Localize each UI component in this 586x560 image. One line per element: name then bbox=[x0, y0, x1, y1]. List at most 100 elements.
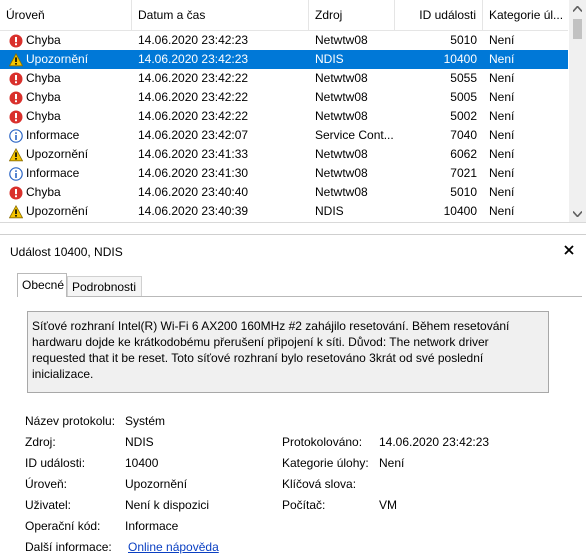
event-list[interactable]: Úroveň Datum a čas Zdroj ID události Kat… bbox=[0, 0, 586, 223]
source-value: NDIS bbox=[125, 435, 154, 449]
event-id: 6062 bbox=[450, 147, 477, 161]
event-datetime: 14.06.2020 23:42:23 bbox=[138, 33, 249, 47]
event-source: Netwtw08 bbox=[315, 166, 368, 180]
event-datetime: 14.06.2020 23:40:39 bbox=[138, 204, 249, 218]
event-level: Informace bbox=[26, 166, 80, 180]
info-icon bbox=[9, 128, 23, 143]
event-level-cell: Chyba bbox=[9, 88, 129, 107]
event-category: Není bbox=[489, 33, 515, 47]
warning-icon bbox=[9, 147, 24, 162]
event-level-cell: Upozornění bbox=[9, 50, 129, 69]
column-header-event-id[interactable]: ID události bbox=[395, 0, 483, 30]
event-level-cell: Chyba bbox=[9, 107, 129, 126]
column-header-level[interactable]: Úroveň bbox=[0, 0, 132, 30]
error-icon bbox=[9, 91, 23, 105]
event-category: Není bbox=[489, 128, 515, 142]
event-level: Chyba bbox=[26, 33, 61, 47]
event-row[interactable]: Chyba 14.06.2020 23:42:23 Netwtw08 5010 Není bbox=[0, 31, 568, 50]
event-category: Není bbox=[489, 109, 515, 123]
event-row[interactable]: Chyba 14.06.2020 23:42:22 Netwtw08 5055 Není bbox=[0, 69, 568, 88]
event-category: Není bbox=[489, 204, 515, 218]
scroll-down-icon bbox=[573, 210, 582, 217]
user-label: Uživatel: bbox=[25, 498, 72, 512]
event-list-header: Úroveň Datum a čas Zdroj ID události Kat… bbox=[0, 0, 568, 31]
tab-general-panel: Síťové rozhraní Intel(R) Wi-Fi 6 AX200 1… bbox=[17, 296, 582, 560]
online-help-link[interactable]: Online nápověda bbox=[128, 540, 219, 554]
event-level-cell: Chyba bbox=[9, 69, 129, 88]
event-row[interactable]: Upozornění 14.06.2020 23:42:23 NDIS 10400 Ne… bbox=[0, 50, 568, 69]
event-category: Není bbox=[489, 52, 515, 66]
close-detail-button[interactable] bbox=[562, 243, 576, 257]
event-id: 7021 bbox=[450, 166, 477, 180]
event-level: Chyba bbox=[26, 109, 61, 123]
event-id: 5005 bbox=[450, 90, 477, 104]
logged-label: Protokolováno: bbox=[282, 435, 363, 449]
event-level-cell: Informace bbox=[9, 164, 129, 183]
scroll-up-button[interactable] bbox=[569, 0, 586, 17]
task-category-label: Kategorie úlohy: bbox=[282, 456, 369, 470]
event-id: 5010 bbox=[450, 185, 477, 199]
scroll-down-button[interactable] bbox=[569, 205, 586, 222]
event-datetime: 14.06.2020 23:40:40 bbox=[138, 185, 249, 199]
user-value: Není k dispozici bbox=[125, 498, 210, 512]
event-datetime: 14.06.2020 23:41:33 bbox=[138, 147, 249, 161]
event-source: Netwtw08 bbox=[315, 90, 368, 104]
event-row[interactable]: Chyba 14.06.2020 23:42:22 Netwtw08 5005 Není bbox=[0, 88, 568, 107]
error-icon bbox=[9, 110, 23, 124]
column-header-source[interactable]: Zdroj bbox=[309, 0, 395, 30]
event-row[interactable]: Chyba 14.06.2020 23:42:22 Netwtw08 5002 Není bbox=[0, 107, 568, 126]
error-icon bbox=[9, 34, 23, 48]
column-header-event-id-label: ID události bbox=[419, 8, 476, 22]
opcode-value: Informace bbox=[125, 519, 179, 533]
column-header-datetime-label: Datum a čas bbox=[138, 8, 206, 22]
event-id: 5002 bbox=[450, 109, 477, 123]
event-category: Není bbox=[489, 166, 515, 180]
tab-details[interactable]: Podrobnosti bbox=[67, 276, 142, 296]
event-datetime: 14.06.2020 23:42:22 bbox=[138, 71, 249, 85]
level-value: Upozornění bbox=[125, 477, 188, 491]
event-level-cell: Chyba bbox=[9, 183, 129, 202]
event-level-cell: Chyba bbox=[9, 31, 129, 50]
tab-details-label: Podrobnosti bbox=[72, 280, 137, 294]
event-id: 10400 bbox=[443, 52, 477, 66]
event-row[interactable]: Chyba 14.06.2020 23:40:40 Netwtw08 5010 Není bbox=[0, 183, 568, 202]
event-datetime: 14.06.2020 23:42:22 bbox=[138, 109, 249, 123]
event-row[interactable]: Informace 14.06.2020 23:41:30 Netwtw08 7021… bbox=[0, 164, 568, 183]
scroll-thumb[interactable] bbox=[573, 19, 582, 39]
scroll-up-icon bbox=[573, 5, 582, 12]
event-level: Chyba bbox=[26, 90, 61, 104]
warning-icon bbox=[9, 52, 24, 67]
level-label: Úroveň: bbox=[25, 477, 68, 491]
event-source: Netwtw08 bbox=[315, 71, 368, 85]
event-row[interactable]: Informace 14.06.2020 23:42:07 Service Cont… bbox=[0, 126, 568, 145]
opcode-label: Operační kód: bbox=[25, 519, 101, 533]
info-icon bbox=[9, 166, 23, 181]
event-datetime: 14.06.2020 23:42:07 bbox=[138, 128, 249, 142]
event-id: 5010 bbox=[450, 33, 477, 47]
tab-general[interactable]: Obecné bbox=[17, 273, 67, 297]
event-source: Netwtw08 bbox=[315, 185, 368, 199]
event-row[interactable]: Upozornění 14.06.2020 23:40:39 NDIS 10400 Ne… bbox=[0, 202, 568, 221]
event-detail-title: Událost 10400, NDIS bbox=[10, 245, 123, 259]
column-header-datetime[interactable]: Datum a čas bbox=[132, 0, 309, 30]
error-icon bbox=[9, 186, 23, 200]
more-info-label: Další informace: bbox=[25, 540, 112, 554]
event-source: NDIS bbox=[315, 204, 344, 218]
event-level: Upozornění bbox=[26, 204, 89, 218]
event-level-cell: Upozornění bbox=[9, 145, 129, 164]
event-level: Chyba bbox=[26, 185, 61, 199]
vertical-scrollbar[interactable] bbox=[569, 0, 586, 222]
log-name-label: Název protokolu: bbox=[25, 414, 116, 428]
event-level-cell: Informace bbox=[9, 126, 129, 145]
event-datetime: 14.06.2020 23:41:30 bbox=[138, 166, 249, 180]
keywords-label: Klíčová slova: bbox=[282, 477, 357, 491]
event-row[interactable]: Upozornění 14.06.2020 23:41:33 Netwtw08 606… bbox=[0, 145, 568, 164]
event-datetime: 14.06.2020 23:42:23 bbox=[138, 52, 249, 66]
event-message[interactable]: Síťové rozhraní Intel(R) Wi-Fi 6 AX200 1… bbox=[27, 311, 549, 393]
computer-label: Počítač: bbox=[282, 498, 326, 512]
column-header-category[interactable]: Kategorie úl... bbox=[483, 0, 568, 30]
event-detail-pane: Událost 10400, NDIS Obecné Podrobnosti S… bbox=[0, 234, 586, 560]
source-label: Zdroj: bbox=[25, 435, 56, 449]
column-header-level-label: Úroveň bbox=[6, 8, 45, 22]
computer-value: VM bbox=[379, 498, 397, 512]
